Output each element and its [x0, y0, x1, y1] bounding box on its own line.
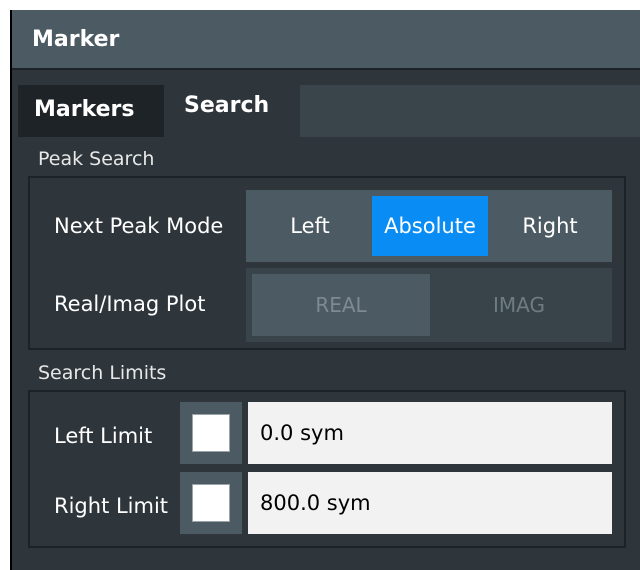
peak-search-group-label: Peak Search — [38, 148, 155, 170]
real-button[interactable]: REAL — [252, 274, 430, 336]
next-peak-absolute-button[interactable]: Absolute — [372, 196, 488, 256]
left-limit-label: Left Limit — [54, 424, 153, 448]
right-limit-checkbox[interactable] — [192, 484, 230, 522]
left-limit-checkbox-frame — [180, 402, 242, 464]
left-limit-checkbox[interactable] — [192, 414, 230, 452]
dialog-titlebar: Marker — [12, 10, 640, 70]
next-peak-right-button[interactable]: Right — [498, 196, 602, 256]
search-limits-group: Left Limit 0.0 sym Right Limit 800.0 sym — [28, 390, 626, 548]
search-limits-group-label: Search Limits — [38, 362, 167, 384]
marker-dialog: Marker Markers Search Peak Search Next P… — [10, 10, 640, 570]
tab-search[interactable]: Search — [164, 85, 300, 137]
next-peak-left-button[interactable]: Left — [258, 196, 362, 256]
left-limit-input[interactable]: 0.0 sym — [248, 402, 612, 464]
dialog-title: Marker — [32, 27, 120, 52]
peak-search-group: Next Peak Mode Left Absolute Right Real/… — [28, 176, 626, 350]
real-imag-plot-label: Real/Imag Plot — [54, 292, 206, 316]
right-limit-label: Right Limit — [54, 494, 169, 518]
imag-button[interactable]: IMAG — [430, 274, 608, 336]
tab-markers[interactable]: Markers — [18, 85, 164, 137]
tab-bar: Markers Search — [12, 75, 640, 137]
right-limit-checkbox-frame — [180, 472, 242, 534]
next-peak-mode-label: Next Peak Mode — [54, 214, 224, 238]
tab-strip-filler — [300, 85, 640, 137]
right-limit-input[interactable]: 800.0 sym — [248, 472, 612, 534]
